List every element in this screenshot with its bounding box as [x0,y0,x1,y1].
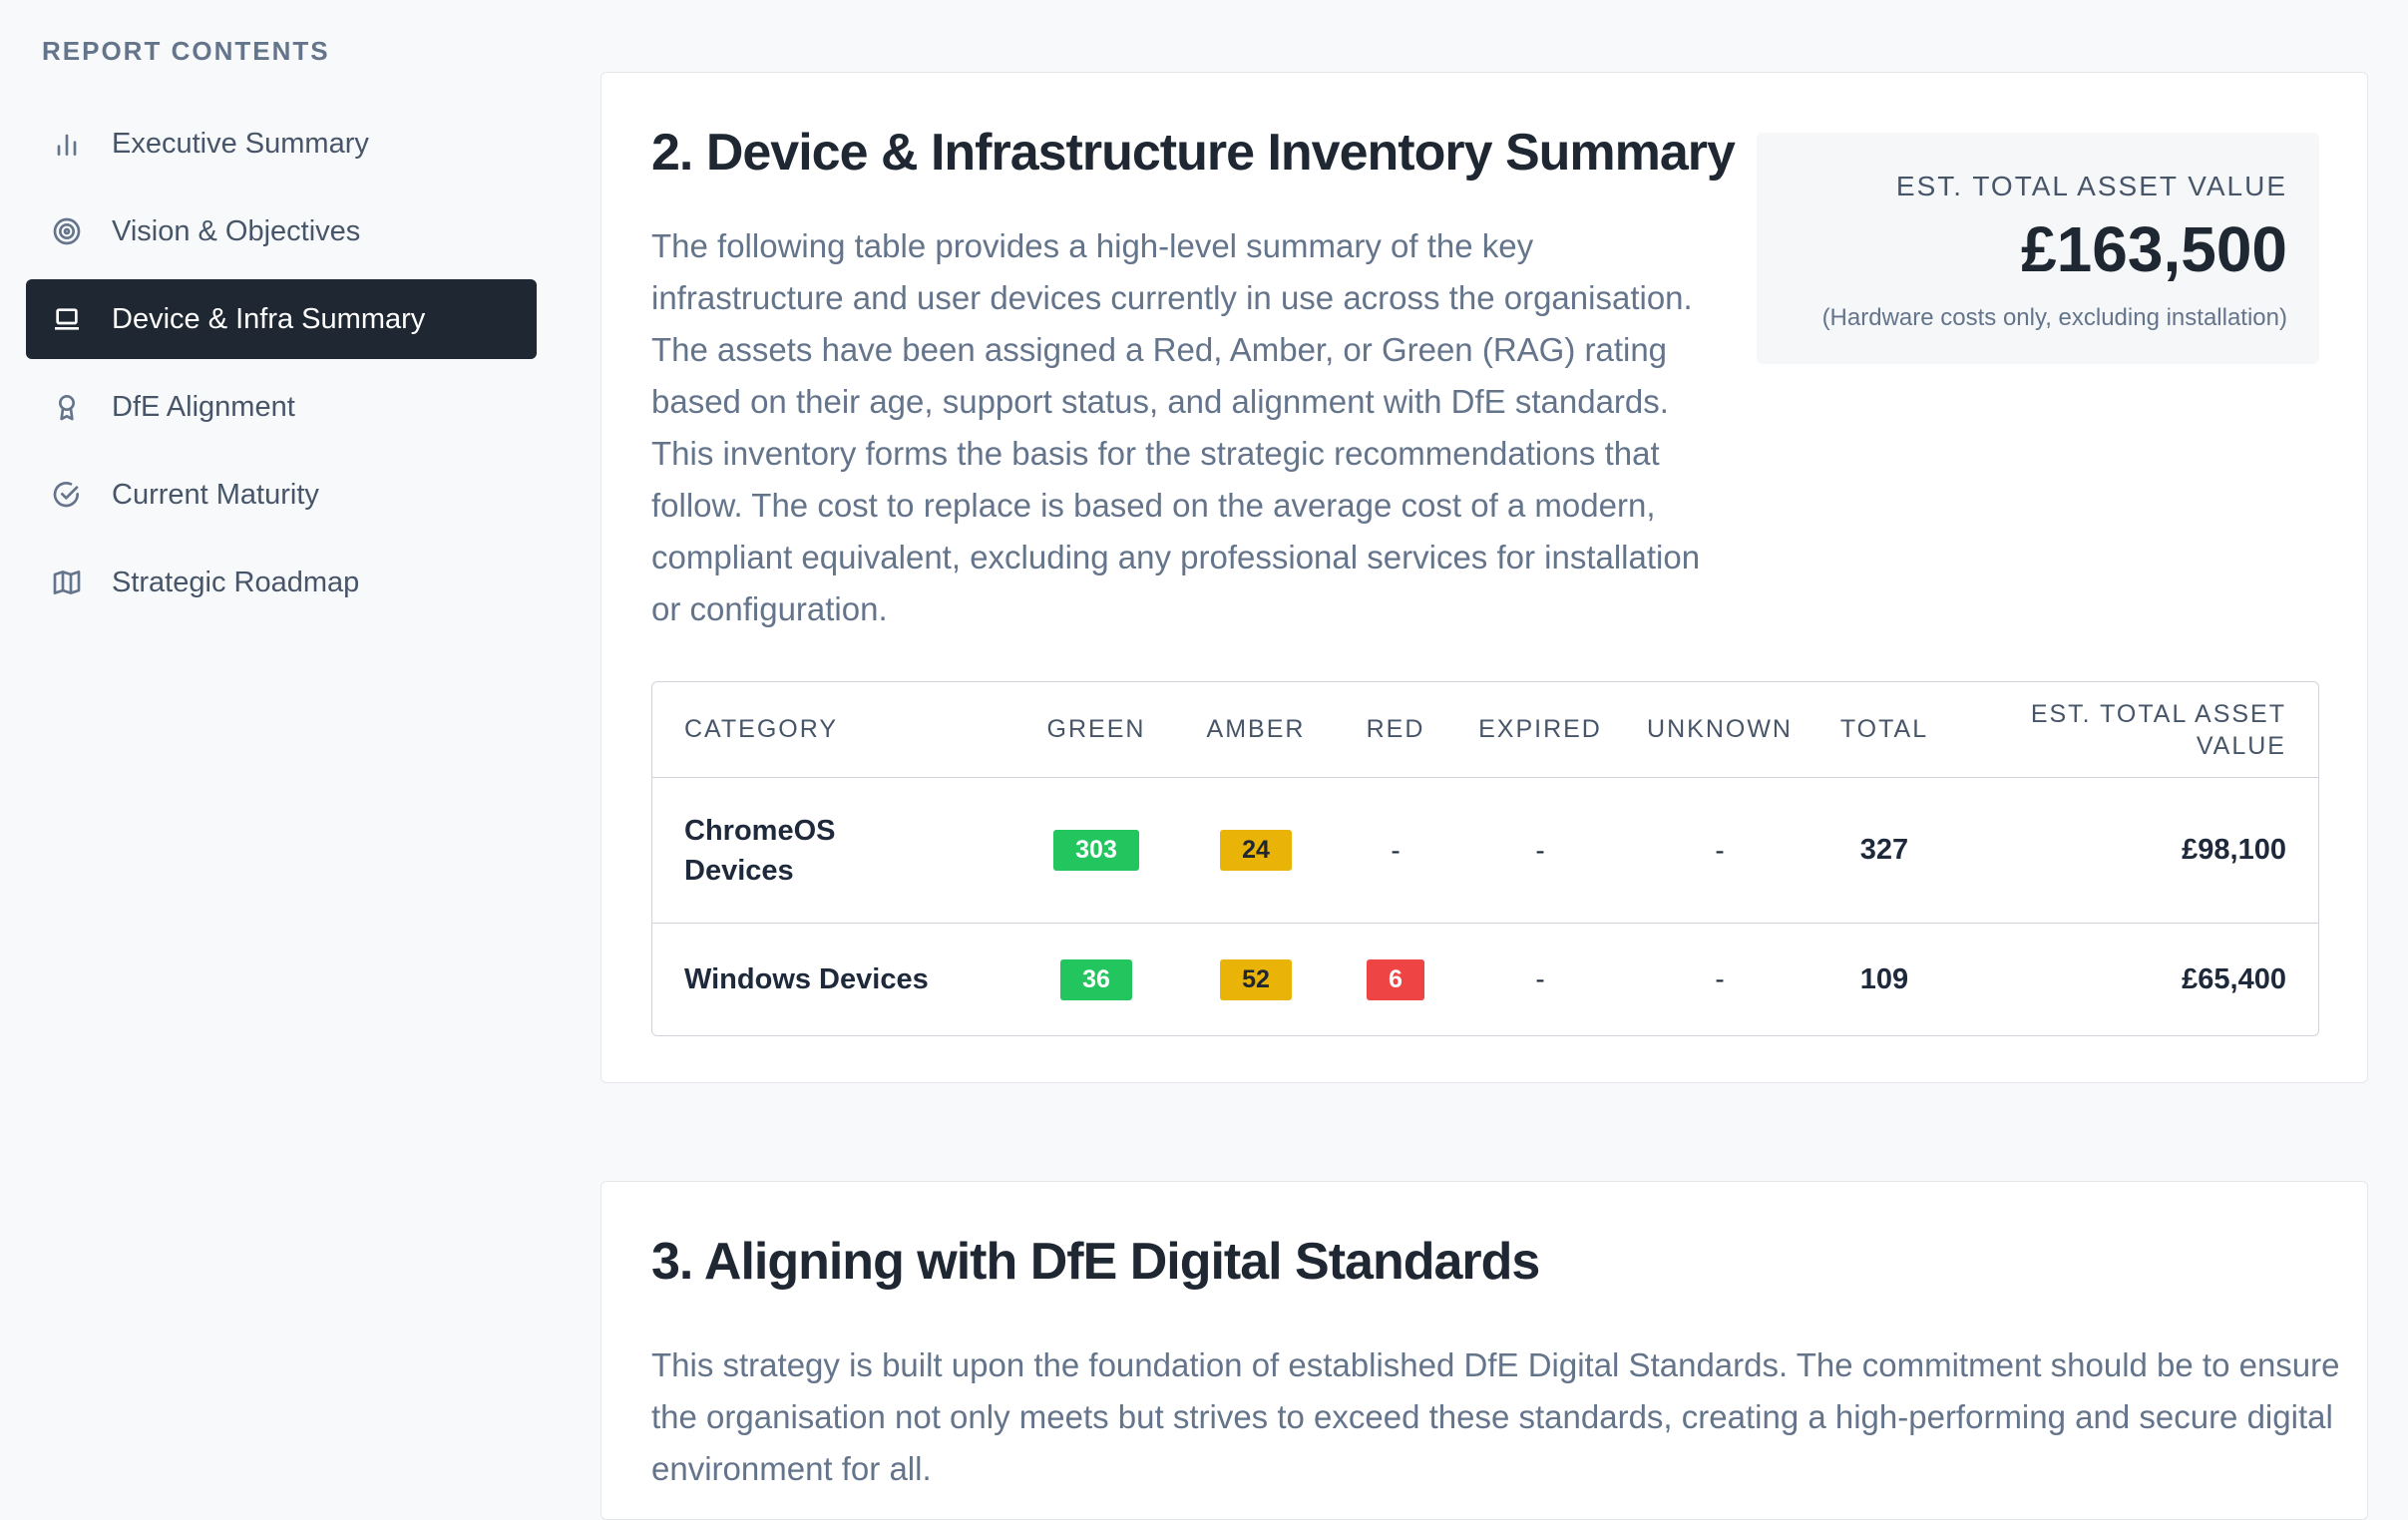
expired-cell: - [1535,963,1545,994]
category-cell: ChromeOS Devices [684,778,984,923]
red-badge: 6 [1367,958,1424,1000]
asset-value-note: (Hardware costs only, excluding installa… [1821,304,2287,331]
table-row: ChromeOS Devices 303 24 - - - 327 £98,10… [652,778,2318,924]
sidebar-item-current-maturity[interactable]: Current Maturity [26,455,537,535]
inventory-summary-section: 2. Device & Infrastructure Inventory Sum… [601,72,2368,1083]
sidebar-item-dfe-alignment[interactable]: DfE Alignment [26,367,537,447]
header-total: TOTAL [1839,715,1929,743]
asset-value-cell: £98,100 [2182,834,2286,866]
bar-chart-icon [50,127,84,161]
green-cell: 36 [1021,924,1171,1035]
dfe-standards-section: 3. Aligning with DfE Digital Standards T… [601,1181,2368,1520]
section-title: 2. Device & Infrastructure Inventory Sum… [651,124,1736,182]
sidebar-item-label: Vision & Objectives [112,214,361,247]
red-cell: 6 [1341,924,1450,1035]
header-green: GREEN [1046,715,1146,743]
header-amber: AMBER [1206,715,1306,743]
header-category: CATEGORY [684,715,838,743]
sidebar-item-label: Device & Infra Summary [112,302,426,335]
map-icon [50,566,84,599]
row-category: Windows Devices [684,963,929,995]
amber-cell: 52 [1176,924,1336,1035]
green-cell: 303 [1021,778,1171,923]
sidebar: REPORT CONTENTS Executive Summary Vision… [0,0,559,1482]
asset-value-amount: £163,500 [2021,213,2287,285]
header-asset-value: EST. TOTAL ASSET VALUE [2030,699,2286,760]
header-red: RED [1366,715,1425,743]
row-category: ChromeOS Devices [684,814,836,887]
sidebar-heading: REPORT CONTENTS [42,36,330,66]
award-icon [50,390,84,424]
section-title: 3. Aligning with DfE Digital Standards [651,1233,1540,1291]
sidebar-item-strategic-roadmap[interactable]: Strategic Roadmap [26,543,537,622]
asset-value-box: EST. TOTAL ASSET VALUE £163,500 (Hardwar… [1757,133,2319,364]
header-expired: EXPIRED [1478,715,1602,743]
unknown-cell: - [1715,834,1725,866]
sidebar-item-label: DfE Alignment [112,390,295,423]
sidebar-item-vision-objectives[interactable]: Vision & Objectives [26,191,537,271]
amber-badge: 24 [1220,830,1292,871]
asset-value-label: EST. TOTAL ASSET VALUE [1895,171,2287,201]
amber-badge: 52 [1220,958,1292,1000]
green-badge: 36 [1060,958,1132,1000]
table-row: Windows Devices 36 52 6 - - 109 £65,400 [652,924,2318,1035]
asset-value-cell: £65,400 [2182,962,2286,995]
amber-cell: 24 [1176,778,1336,923]
total-cell: 327 [1859,834,1909,866]
section-intro: The following table provides a high-leve… [651,227,1701,627]
header-unknown: UNKNOWN [1647,715,1793,743]
section-intro: This strategy is built upon the foundati… [651,1346,2340,1487]
total-cell: 109 [1859,962,1909,995]
sidebar-item-label: Executive Summary [112,127,369,160]
green-badge: 303 [1053,830,1139,871]
table-header-row: CATEGORY GREEN AMBER RED EXPIRED UNKNOWN… [652,682,2318,778]
expired-cell: - [1535,834,1545,866]
unknown-cell: - [1715,963,1725,994]
inventory-table: CATEGORY GREEN AMBER RED EXPIRED UNKNOWN… [651,681,2319,1036]
sidebar-item-label: Strategic Roadmap [112,566,360,598]
laptop-icon [50,302,84,336]
red-cell: - [1391,834,1401,866]
sidebar-item-label: Current Maturity [112,478,319,511]
target-icon [50,214,84,248]
check-circle-icon [50,478,84,512]
sidebar-item-device-infra-summary[interactable]: Device & Infra Summary [26,279,537,359]
sidebar-item-executive-summary[interactable]: Executive Summary [26,104,537,184]
